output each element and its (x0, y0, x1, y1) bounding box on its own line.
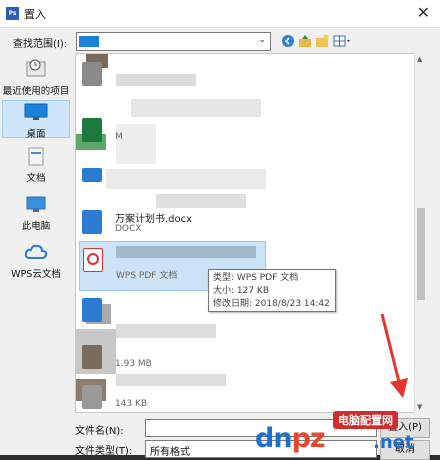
file-info: DOCX (115, 224, 142, 234)
site-watermark: 电脑配置网 dnpz .net (255, 410, 440, 455)
watermark-main-z: pz (291, 423, 326, 454)
look-in-label: 查找范围(I): (13, 39, 68, 50)
place-label: 桌面 (26, 129, 46, 140)
list-item[interactable]: M (79, 112, 414, 162)
file-tooltip: 类型: WPS PDF 文档 大小: 127 KB 修改日期: 2018/8/2… (208, 269, 336, 312)
file-info: M (115, 132, 123, 142)
desktop-location-icon (79, 36, 99, 47)
look-in-dropdown[interactable]: ⌄ (76, 32, 271, 51)
place-label: 此电脑 (21, 221, 51, 232)
red-annotation-arrow (380, 313, 408, 398)
window-title: 置入 (24, 8, 46, 21)
place-this-pc[interactable]: 此电脑 (2, 193, 70, 232)
back-arrow-icon[interactable] (281, 34, 295, 48)
place-wps-cloud[interactable]: WPS云文档 (2, 241, 70, 280)
image-file-icon (82, 345, 102, 369)
tooltip-type: 类型: WPS PDF 文档 (213, 273, 299, 283)
title-bar: Ps 置入 ✕ (0, 0, 440, 28)
up-folder-icon[interactable] (298, 34, 312, 48)
pixelated-text (116, 246, 256, 258)
place-label: WPS云文档 (11, 269, 61, 280)
places-bar: 最近使用的项目 桌面 文档 此电脑 WPS云文档 (0, 53, 72, 413)
watermark-domain: .net (373, 432, 414, 453)
scroll-up-icon[interactable]: ▲ (417, 55, 422, 63)
pdf-file-icon (83, 248, 103, 272)
scrollbar-thumb[interactable] (417, 208, 425, 300)
filename-label: 文件名(N): (75, 426, 124, 437)
place-desktop[interactable]: 桌面 (2, 100, 70, 140)
watermark-logo: dnpz (255, 423, 326, 454)
place-dialog: Ps 置入 ✕ 查找范围(I): ⌄ 最近使用的项目 桌面 文档 此电脑 WPS… (0, 0, 440, 460)
place-label: 文档 (26, 173, 46, 184)
list-item[interactable]: 143 KB (79, 379, 414, 412)
file-info: 1.93 MB (115, 359, 152, 369)
view-menu-icon[interactable] (333, 34, 353, 48)
list-item[interactable] (79, 56, 414, 106)
file-icon (82, 385, 102, 409)
file-list: M 万案计划书.docx DOCX WPS PDF 文档 1.93 MB 143… (75, 53, 425, 413)
watermark-top-text: 电脑配置网 (333, 411, 398, 429)
recent-places-icon (26, 59, 46, 77)
chevron-down-icon: ⌄ (258, 35, 266, 45)
excel-file-icon (82, 118, 102, 142)
tooltip-size: 大小: 127 KB (213, 286, 270, 296)
word-file-icon (82, 298, 102, 322)
file-name: 万案计划书.docx (115, 214, 193, 225)
photoshop-app-icon: Ps (6, 7, 19, 20)
file-icon (82, 168, 102, 182)
place-recent[interactable]: 最近使用的项目 (2, 56, 70, 97)
word-file-icon (82, 210, 102, 234)
place-documents[interactable]: 文档 (2, 145, 70, 184)
documents-icon (28, 147, 44, 166)
this-pc-icon (26, 196, 46, 212)
new-folder-icon[interactable] (315, 34, 329, 48)
wps-cloud-icon (24, 244, 48, 259)
close-icon[interactable]: ✕ (417, 3, 430, 22)
desktop-icon (24, 103, 48, 120)
file-info: 143 KB (115, 399, 148, 409)
file-icon (82, 62, 102, 86)
place-label: 最近使用的项目 (2, 86, 70, 97)
watermark-main-a: dn (255, 423, 293, 454)
file-info: WPS PDF 文档 (116, 271, 178, 281)
tooltip-modified: 修改日期: 2018/8/23 14:42 (213, 299, 330, 309)
